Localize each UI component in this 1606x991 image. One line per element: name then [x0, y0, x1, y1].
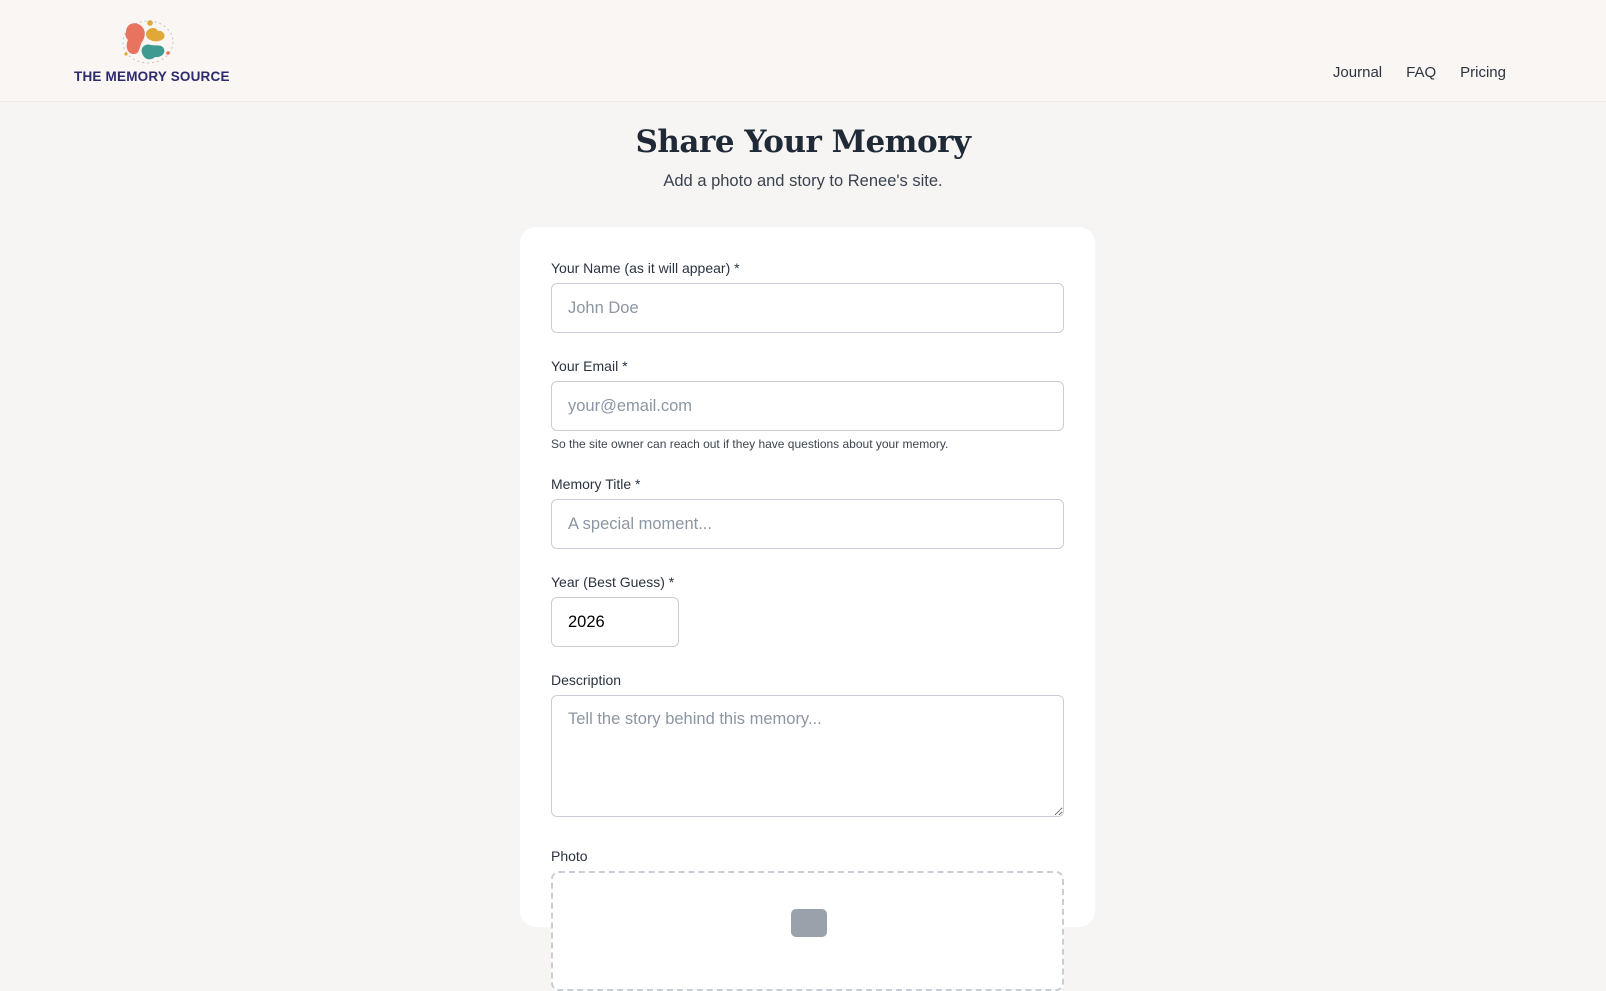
site-header: THE MEMORY SOURCE Journal FAQ Pricing — [0, 0, 1606, 102]
page-title: Share Your Memory — [635, 124, 972, 160]
nav-link-journal[interactable]: Journal — [1333, 64, 1382, 81]
name-label: Your Name (as it will appear) * — [551, 260, 740, 276]
photo-label: Photo — [551, 848, 588, 864]
description-textarea[interactable] — [551, 695, 1064, 817]
photo-upload-dropzone[interactable] — [551, 871, 1064, 991]
upload-icon — [791, 909, 827, 937]
share-memory-form: Your Name (as it will appear) * Your Ema… — [520, 227, 1095, 991]
memory-title-label: Memory Title * — [551, 476, 641, 492]
year-input[interactable] — [551, 597, 679, 647]
nav-link-pricing[interactable]: Pricing — [1460, 64, 1506, 81]
email-input[interactable] — [551, 381, 1064, 431]
memory-title-input[interactable] — [551, 499, 1064, 549]
year-label: Year (Best Guess) * — [551, 574, 675, 590]
description-label: Description — [551, 672, 622, 688]
email-help-text: So the site owner can reach out if they … — [551, 437, 949, 451]
nav-link-faq[interactable]: FAQ — [1406, 64, 1436, 81]
page-subtitle: Add a photo and story to Renee's site. — [663, 172, 943, 190]
main-nav: Journal FAQ Pricing — [1333, 64, 1506, 81]
memory-source-logo-icon — [122, 20, 174, 64]
name-input[interactable] — [551, 283, 1064, 333]
brand-name: THE MEMORY SOURCE — [74, 69, 230, 84]
brand-logo-link[interactable]: THE MEMORY SOURCE — [74, 18, 234, 90]
email-label: Your Email * — [551, 358, 628, 374]
